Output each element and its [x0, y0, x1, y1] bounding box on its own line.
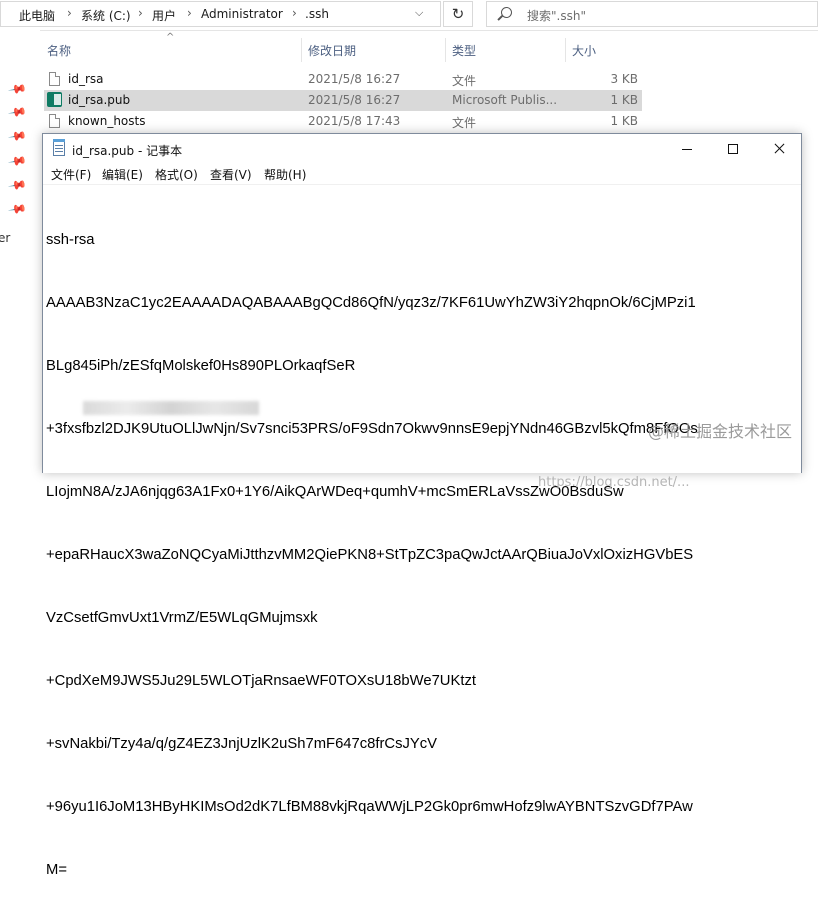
- publisher-icon: P: [47, 92, 62, 107]
- editor-line: +epaRHaucX3waZoNQCyaMiJtthzvMM2QiePKN8+S…: [46, 547, 694, 563]
- editor-line: VzCsetfGmvUxt1VrmZ/E5WLqGMujmsxk: [46, 610, 318, 626]
- pin-icon: 📌: [7, 198, 28, 220]
- breadcrumb-system-c[interactable]: 系统 (C:): [81, 7, 131, 24]
- file-date: 2021/5/8 17:43: [308, 114, 401, 128]
- brand-watermark: @稀土掘金技术社区: [648, 422, 793, 441]
- file-name: id_rsa.pub: [68, 93, 131, 107]
- breadcrumb-separator-icon[interactable]: ›: [138, 6, 143, 20]
- file-type: 文件: [452, 74, 477, 88]
- notepad-icon: [53, 139, 65, 156]
- refresh-icon: ↻: [451, 5, 465, 23]
- menu-format[interactable]: 格式(O): [155, 166, 198, 183]
- pin-icon: 📌: [7, 78, 28, 100]
- search-icon: [501, 7, 512, 18]
- menu-help[interactable]: 帮助(H): [264, 166, 306, 183]
- breadcrumb-separator-icon[interactable]: ›: [292, 6, 297, 20]
- chevron-down-icon[interactable]: ⌵: [415, 6, 423, 20]
- nav-item-partial-label[interactable]: er: [0, 231, 10, 245]
- editor-line: +CpdXeM9JWS5Ju29L5WLOTjaRnsaeWF0TOXsU18b…: [46, 673, 476, 689]
- file-row-id-rsa-pub[interactable]: P id_rsa.pub 2021/5/8 16:27 Microsoft Pu…: [44, 90, 642, 111]
- breadcrumb-separator-icon[interactable]: ›: [187, 6, 192, 20]
- menu-file[interactable]: 文件(F): [51, 166, 91, 183]
- file-type: Microsoft Publis...: [452, 93, 558, 107]
- breadcrumb-separator-icon[interactable]: ›: [67, 6, 72, 20]
- search-input[interactable]: 搜索".ssh": [486, 1, 818, 27]
- breadcrumb-this-pc[interactable]: 此电脑: [19, 7, 55, 24]
- pin-icon: 📌: [7, 101, 28, 123]
- editor-line: AAAAB3NzaC1yc2EAAAADAQABAAABgQCd86QfN/yq…: [46, 295, 696, 311]
- file-size: 3 KB: [610, 72, 638, 86]
- file-size: 1 KB: [610, 93, 638, 107]
- editor-line: M=: [46, 862, 67, 878]
- close-button[interactable]: [756, 134, 802, 164]
- sort-ascending-icon: ^: [166, 32, 175, 43]
- column-header-size[interactable]: 大小: [572, 42, 596, 59]
- window-title: id_rsa.pub - 记事本: [72, 144, 183, 158]
- file-row-known-hosts[interactable]: known_hosts 2021/5/8 17:43 文件 1 KB: [44, 111, 642, 132]
- breadcrumb-ssh[interactable]: .ssh: [305, 7, 329, 21]
- editor-line: ssh-rsa: [46, 232, 95, 248]
- column-header-name[interactable]: 名称: [47, 42, 71, 59]
- column-divider[interactable]: [445, 38, 446, 62]
- file-name: known_hosts: [68, 114, 146, 128]
- menu-edit[interactable]: 编辑(E): [102, 166, 143, 183]
- column-divider[interactable]: [565, 38, 566, 62]
- explorer-address-bar: 此电脑 › 系统 (C:) › 用户 › Administrator › .ss…: [0, 0, 818, 31]
- redacted-text-blur: [83, 401, 259, 415]
- notepad-title-bar[interactable]: id_rsa.pub - 记事本: [43, 134, 801, 164]
- search-placeholder: 搜索".ssh": [527, 9, 586, 23]
- editor-line: BLg845iPh/zESfqMolskef0Hs890PLOrkaqfSeR: [46, 358, 356, 374]
- maximize-button[interactable]: [710, 134, 756, 164]
- file-date: 2021/5/8 16:27: [308, 72, 401, 86]
- file-type: 文件: [452, 116, 477, 130]
- file-name: id_rsa: [68, 72, 104, 86]
- menu-bar: 文件(F) 编辑(E) 格式(O) 查看(V) 帮助(H): [43, 164, 801, 184]
- column-header-date[interactable]: 修改日期: [308, 42, 356, 59]
- file-row-id-rsa[interactable]: id_rsa 2021/5/8 16:27 文件 3 KB: [44, 69, 642, 90]
- editor-line: +96yu1I6JoM13HByHKIMsOd2dK7LfBM88vkjRqaW…: [46, 799, 693, 815]
- file-date: 2021/5/8 16:27: [308, 93, 401, 107]
- menu-view[interactable]: 查看(V): [210, 166, 252, 183]
- pin-icon: 📌: [7, 174, 28, 196]
- pin-icon: 📌: [7, 150, 28, 172]
- breadcrumb-users[interactable]: 用户: [152, 7, 176, 24]
- breadcrumb[interactable]: 此电脑 › 系统 (C:) › 用户 › Administrator › .ss…: [0, 1, 441, 27]
- file-size: 1 KB: [610, 114, 638, 128]
- editor-line: +svNakbi/Tzy4a/q/gZ4EZ3JnjUzlK2uSh7mF647…: [46, 736, 438, 752]
- column-divider[interactable]: [301, 38, 302, 62]
- breadcrumb-administrator[interactable]: Administrator: [201, 7, 283, 21]
- file-icon: [49, 114, 60, 128]
- navigation-pane: 📌 📌 📌 📌 📌 📌 er: [0, 30, 40, 456]
- column-header-type[interactable]: 类型: [452, 42, 476, 59]
- file-icon: [49, 72, 60, 86]
- editor-content: ssh-rsa AAAAB3NzaC1yc2EAAAADAQABAAABgQCd…: [46, 188, 781, 912]
- minimize-button[interactable]: [664, 134, 710, 164]
- refresh-button[interactable]: ↻: [443, 1, 473, 27]
- pin-icon: 📌: [7, 125, 28, 147]
- watermark-text: https://blog.csdn.net/...: [538, 475, 690, 490]
